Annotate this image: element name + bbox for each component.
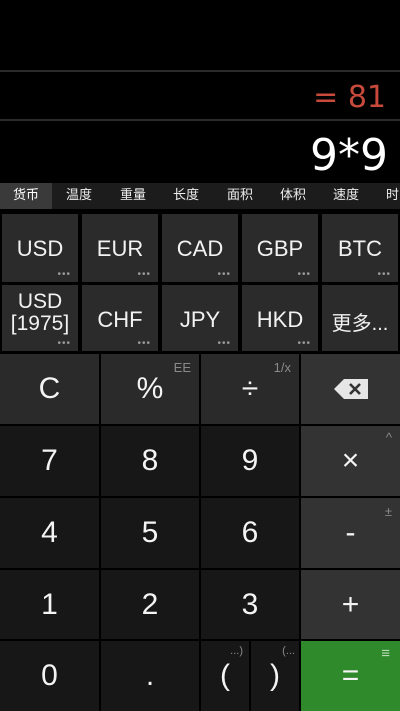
digit-1-button[interactable]: 1 <box>0 570 99 639</box>
clear-label: C <box>38 372 61 405</box>
right-paren-button[interactable]: ) (... <box>251 641 299 711</box>
currency-label: USD <box>16 236 64 261</box>
history-icon: ≡ <box>381 645 390 662</box>
digit-label: 2 <box>141 588 159 621</box>
tab-area[interactable]: 面积 <box>227 183 253 209</box>
currency-label: EUR <box>96 236 144 261</box>
display-divider-top <box>0 70 400 72</box>
tab-weight[interactable]: 重量 <box>120 183 146 209</box>
more-dots-icon: ••• <box>57 269 71 280</box>
digit-0-button[interactable]: 0 <box>0 641 99 711</box>
digit-label: 3 <box>241 588 259 621</box>
unit-tabs: 货币 温度 重量 长度 面积 体积 速度 时 <box>0 183 400 209</box>
digit-6-button[interactable]: 6 <box>201 498 299 568</box>
more-dots-icon: ••• <box>297 338 311 349</box>
expression-display[interactable]: 9*9 <box>310 130 388 181</box>
digit-2-button[interactable]: 2 <box>101 570 199 639</box>
currency-label: BTC <box>338 236 382 261</box>
power-label: ^ <box>385 430 392 445</box>
tab-time[interactable]: 时 <box>386 183 399 209</box>
more-dots-icon: ••• <box>377 269 391 280</box>
currency-chf-button[interactable]: CHF ••• <box>82 285 158 351</box>
divide-button[interactable]: ÷ 1/x <box>201 354 299 424</box>
exponent-label: EE <box>173 360 191 375</box>
close-paren-hint-label: ...) <box>230 645 243 657</box>
currency-gbp-button[interactable]: GBP ••• <box>242 214 318 282</box>
digit-3-button[interactable]: 3 <box>201 570 299 639</box>
more-dots-icon: ••• <box>137 269 151 280</box>
percent-label: % <box>136 372 164 405</box>
left-paren-label: ( <box>220 659 230 692</box>
currency-btc-button[interactable]: BTC ••• <box>322 214 398 282</box>
minus-button[interactable]: - ± <box>301 498 400 568</box>
tab-speed[interactable]: 速度 <box>333 183 359 209</box>
equals-label: = <box>341 659 360 692</box>
digit-5-button[interactable]: 5 <box>101 498 199 568</box>
digit-label: 1 <box>41 588 58 621</box>
left-paren-button[interactable]: ( ...) <box>201 641 249 711</box>
backspace-button[interactable] <box>301 354 400 424</box>
more-dots-icon: ••• <box>217 338 231 349</box>
currency-more-button[interactable]: 更多... <box>322 285 398 351</box>
currency-eur-button[interactable]: EUR ••• <box>82 214 158 282</box>
digit-label: 0 <box>41 659 58 692</box>
more-dots-icon: ••• <box>297 269 311 280</box>
currency-usd-1975-button[interactable]: USD [1975] ••• <box>2 285 78 351</box>
currency-cad-button[interactable]: CAD ••• <box>162 214 238 282</box>
currency-label: CAD <box>176 236 224 261</box>
right-paren-label: ) <box>270 659 280 692</box>
currency-label: CHF <box>97 307 143 332</box>
currency-jpy-button[interactable]: JPY ••• <box>162 285 238 351</box>
digit-label: 6 <box>241 516 259 549</box>
currency-label: JPY <box>179 307 221 332</box>
display-divider <box>0 119 400 121</box>
plus-button[interactable]: + <box>301 570 400 639</box>
more-dots-icon: ••• <box>217 269 231 280</box>
tab-length[interactable]: 长度 <box>173 183 199 209</box>
open-paren-hint-label: (... <box>282 645 295 657</box>
result-display: = 81 <box>313 80 386 115</box>
currency-hkd-button[interactable]: HKD ••• <box>242 285 318 351</box>
plus-minus-label: ± <box>384 504 392 519</box>
multiply-button[interactable]: × ^ <box>301 426 400 496</box>
currency-label: USD [1975] <box>10 290 70 335</box>
multiply-label: × <box>341 444 360 477</box>
currency-label: 更多... <box>331 313 389 335</box>
tab-temperature[interactable]: 温度 <box>66 183 92 209</box>
decimal-point-button[interactable]: . <box>101 641 199 711</box>
decimal-point-label: . <box>145 659 155 692</box>
currency-usd-button[interactable]: USD ••• <box>2 214 78 282</box>
tab-currency[interactable]: 货币 <box>0 183 52 209</box>
digit-label: 8 <box>141 444 159 477</box>
plus-label: + <box>341 588 360 621</box>
minus-label: - <box>345 516 356 549</box>
clear-button[interactable]: C <box>0 354 99 424</box>
digit-7-button[interactable]: 7 <box>0 426 99 496</box>
currency-label: HKD <box>256 307 304 332</box>
percent-button[interactable]: % EE <box>101 354 199 424</box>
digit-label: 9 <box>241 444 259 477</box>
digit-8-button[interactable]: 8 <box>101 426 199 496</box>
divide-label: ÷ <box>241 372 259 405</box>
reciprocal-label: 1/x <box>273 360 291 375</box>
currency-label: GBP <box>256 236 304 261</box>
tab-volume[interactable]: 体积 <box>280 183 306 209</box>
more-dots-icon: ••• <box>57 338 71 349</box>
digit-9-button[interactable]: 9 <box>201 426 299 496</box>
digit-label: 5 <box>141 516 159 549</box>
equals-button[interactable]: = ≡ <box>301 641 400 711</box>
digit-label: 7 <box>41 444 58 477</box>
more-dots-icon: ••• <box>137 338 151 349</box>
digit-4-button[interactable]: 4 <box>0 498 99 568</box>
backspace-icon <box>334 379 368 399</box>
digit-label: 4 <box>41 516 58 549</box>
